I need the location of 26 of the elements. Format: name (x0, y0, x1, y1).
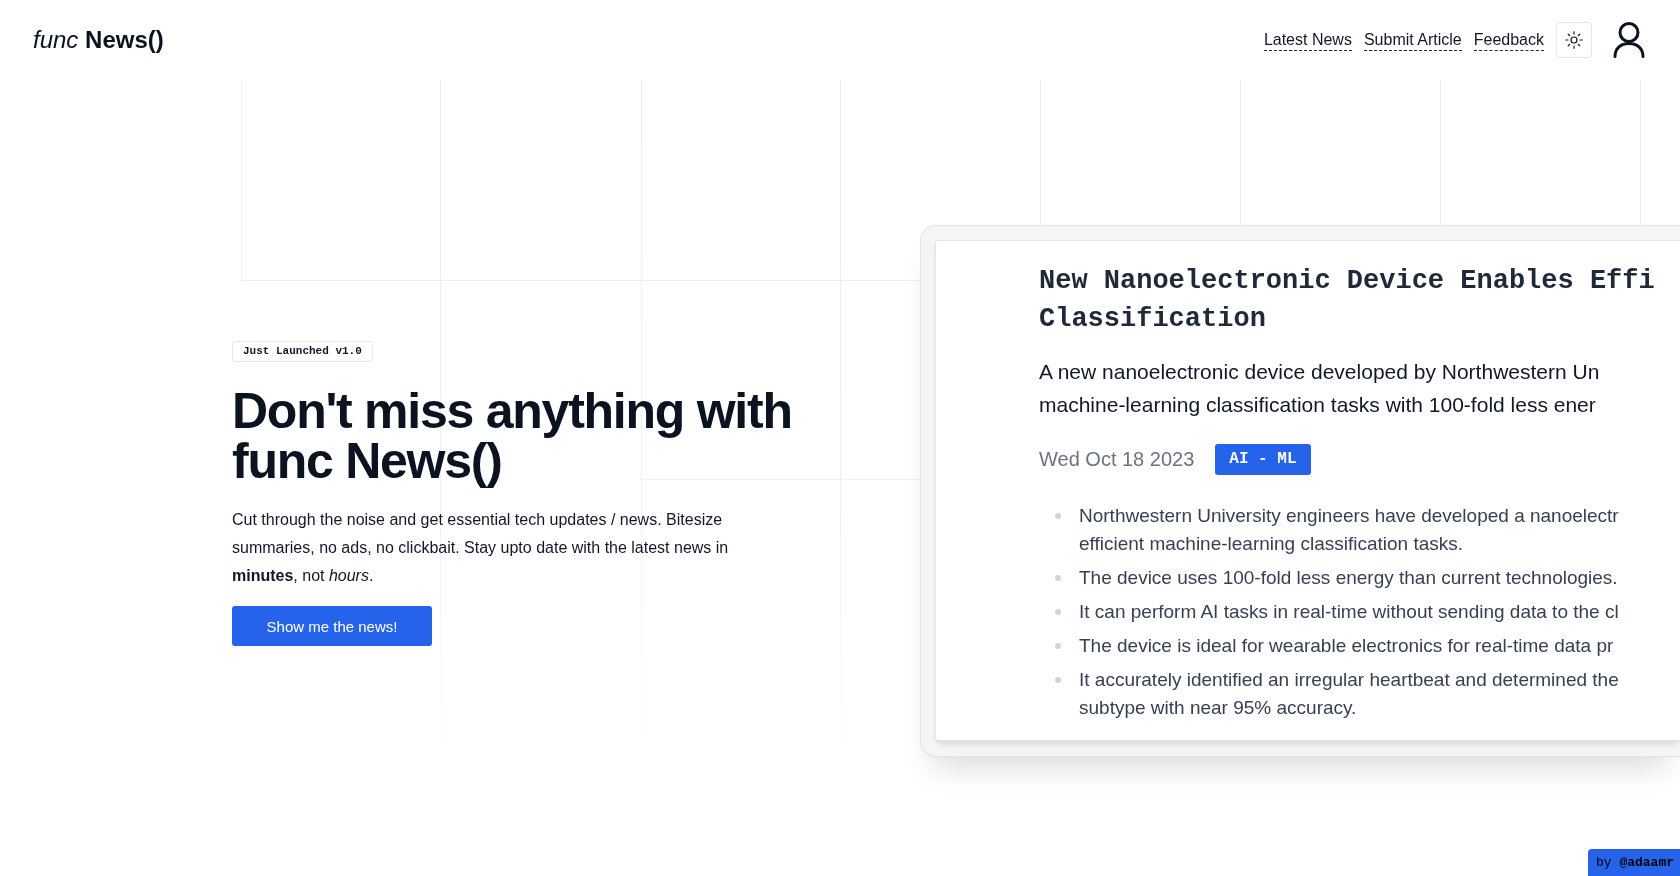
article-date: Wed Oct 18 2023 (1039, 448, 1195, 471)
article-summary: A new nanoelectronic device developed by Northwestern Un machine-learning classification tasks with 100-fold less ener (1039, 359, 1601, 418)
bullet-text: It can perform AI tasks in real-time without sending data to the cl (1079, 600, 1619, 624)
bullet-icon (1055, 513, 1061, 519)
show-news-button[interactable]: Show me the news! (232, 606, 432, 646)
bullet-text: Northwestern University engineers have developed a nanoelectr efficient machine-learning classification tasks. (1079, 504, 1619, 556)
nav-link[interactable]: Latest News (1263, 29, 1352, 51)
version-badge: Just Launched v1.0 (232, 341, 373, 362)
theme-toggle-button[interactable] (1556, 22, 1592, 58)
category-tag: AI - ML (1215, 444, 1311, 475)
hero-description: Cut through the noise and get essential tech updates / news. Bitesize summaries, no ads, no clickbait. Stay upto date with the latest news in minutes, not hours. (232, 510, 730, 586)
hero-heading: Don't miss anything with func News() (232, 386, 792, 486)
nav-link[interactable]: Submit Article (1363, 29, 1462, 51)
logo[interactable]: func News() (33, 26, 164, 54)
sun-icon (1565, 31, 1583, 49)
author-credit-link[interactable]: by @adaamr (1588, 849, 1680, 876)
bullet-icon (1055, 643, 1061, 649)
bullet-text: The device uses 100-fold less energy than current technologies. (1079, 566, 1618, 590)
bullet-icon (1055, 609, 1061, 615)
nav-link[interactable]: Feedback (1473, 29, 1544, 51)
bullet-text: The device is ideal for wearable electronics for real-time data pr (1079, 634, 1614, 658)
user-icon[interactable] (1612, 22, 1646, 58)
article-title: New Nanoelectronic Device Enables Effi Classification (1039, 265, 1656, 336)
bullet-icon (1055, 575, 1061, 581)
bullet-text: It accurately identified an irregular heartbeat and determined the subtype with near 95% accuracy. (1079, 668, 1619, 720)
bullet-icon (1055, 677, 1061, 683)
